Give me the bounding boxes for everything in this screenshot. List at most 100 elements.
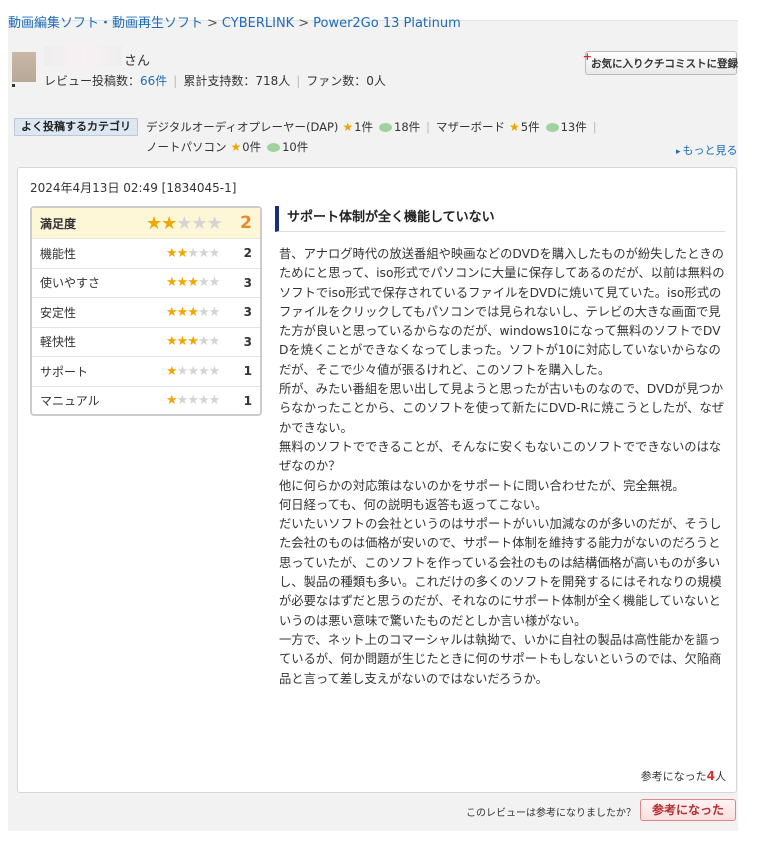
rating-label: 使いやすさ [40, 276, 101, 291]
rating-value: 1 [243, 393, 252, 408]
helpful-vote-button[interactable]: 参考になった [640, 799, 736, 821]
rating-stars: ★ ★ ★ ★ ★ [166, 269, 221, 298]
breadcrumb-product[interactable]: Power2Go 13 Platinum [313, 16, 461, 31]
category-row: ノートパソコン ★ 0件 10件 [146, 139, 308, 155]
rating-stars: ★ ★ ★ ★ ★ [166, 328, 220, 357]
rating-row: 機能性 ★ ★ ★ ★ ★ 2 [32, 238, 260, 268]
rating-value: 2 [243, 246, 252, 261]
category-comment-count: 13件 [560, 120, 587, 134]
helpful-count: 参考になった4人 [640, 769, 726, 783]
star-icon: ★ [191, 212, 207, 234]
reviewer-stats: レビュー投稿数：66件 | 累計支持数：718人 | ファン数：0人 [44, 74, 386, 88]
star-icon: ★ [166, 334, 178, 350]
star-icon: ★ [197, 393, 210, 409]
star-icon: ★ [187, 363, 199, 379]
review-paragraph: 無料のソフトでできることが、そんなに安くもないこのソフトでできないのはなぜなのか… [279, 439, 722, 474]
rating-row: マニュアル ★ ★ ★ ★ ★ 1 [32, 385, 260, 416]
rating-stars: ★ ★ ★ ★ ★ [166, 357, 221, 386]
review-card: 2024年4月13日 02:49 [1834045-1] 満足度 ★ ★ ★ ★ ★ 2 機能… [17, 167, 737, 793]
ratings-table: 満足度 ★ ★ ★ ★ ★ 2 機能性 ★ ★ ★ ★ ★ 2 使いやすさ ★ ★ ★ ★ ★ 3 安定性 ★ ★ ★ ★ ★ 3 軽快… [30, 206, 262, 416]
star-icon: ★ [208, 304, 221, 320]
review-paragraph: 他に何らかの対応策はないのかをサポートに問い合わせたが、完全無視。 [279, 478, 685, 493]
star-icon: ★ [176, 212, 192, 234]
star-icon: ★ [197, 363, 210, 379]
star-icon: ★ [166, 245, 178, 261]
review-paragraph: 所が、みたい番組を思い出して見ようと思ったが古いものなので、DVDが見つからなか… [279, 382, 725, 435]
rating-value: 1 [243, 364, 252, 379]
star-icon: ★ [187, 304, 199, 320]
breadcrumb-separator: > [207, 16, 218, 31]
category-star-count: 1件 [354, 120, 373, 134]
helpful-number: 4 [706, 769, 715, 783]
review-paragraph: 一方で、ネット上のコマーシャルは執拗で、いかに自社の製品は高性能かを謳っているが… [279, 632, 722, 686]
star-icon: ★ [197, 275, 210, 291]
comment-bubble-icon [267, 142, 281, 152]
reviewer-suffix: さん [124, 54, 151, 69]
star-icon: ★ [176, 334, 189, 350]
category-row: デジタルオーディオプレーヤー(DAP) ★ 1件 18件 | マザーボード ★ 5件… [146, 119, 597, 135]
review-date: 2024年4月13日 02:49 [1834045-1] [30, 181, 237, 195]
rating-stars: ★ ★ ★ ★ ★ [166, 298, 221, 327]
category-comment-count: 10件 [282, 140, 309, 154]
star-icon: ★ [230, 140, 242, 154]
review-paragraph: 何日経っても、何の説明も返答も返ってこない。 [279, 497, 548, 512]
category-link-motherboard[interactable]: マザーボード [436, 119, 505, 135]
star-icon: ★ [208, 363, 221, 379]
more-categories-link[interactable]: もっと見る [676, 142, 738, 158]
rating-row: 使いやすさ ★ ★ ★ ★ ★ 3 [32, 267, 260, 298]
helpful-question: このレビューは参考になりましたか？ [466, 808, 636, 819]
review-count-link[interactable]: 66件 [140, 74, 167, 88]
rating-row: サポート ★ ★ ★ ★ ★ 1 [32, 356, 260, 386]
rating-label: 満足度 [40, 216, 77, 231]
support-count: 累計支持数：718人 [183, 74, 291, 88]
star-icon: ★ [208, 275, 221, 291]
rating-label: サポート [40, 364, 89, 379]
rating-row: 安定性 ★ ★ ★ ★ ★ 3 [32, 297, 260, 327]
rating-value: 3 [243, 334, 252, 349]
star-icon: ★ [208, 245, 221, 261]
add-favorite-button[interactable]: お気に入りクチコミストに登録 [583, 50, 738, 75]
star-icon: ★ [176, 363, 189, 379]
star-icon: ★ [166, 393, 178, 409]
star-icon: ★ [161, 212, 177, 234]
star-icon: ★ [342, 120, 354, 134]
star-icon: ★ [187, 245, 199, 261]
comment-bubble-icon [379, 122, 392, 132]
breadcrumb-maker[interactable]: CYBERLINK [222, 16, 294, 31]
rating-value: 3 [243, 305, 252, 320]
star-icon: ★ [197, 334, 210, 350]
avatar[interactable] [12, 52, 36, 82]
rating-value: 3 [243, 275, 252, 290]
rating-value: 2 [240, 213, 252, 233]
rating-stars: ★ ★ ★ ★ ★ [166, 387, 220, 416]
review-body: 昔、アナログ時代の放送番組や映画などのDVDを購入したものが紛失したときのために… [279, 245, 725, 689]
breadcrumb-separator: > [298, 16, 310, 31]
star-icon: ★ [187, 334, 199, 350]
star-icon: ★ [187, 275, 199, 291]
rating-row: 軽快性 ★ ★ ★ ★ ★ 3 [32, 326, 260, 357]
star-icon: ★ [146, 212, 162, 234]
star-icon: ★ [187, 393, 199, 409]
star-icon: ★ [166, 363, 178, 379]
category-comment-count: 18件 [394, 120, 421, 134]
frequent-categories-label: よく投稿するカテゴリ [14, 118, 138, 136]
category-link-dap[interactable]: デジタルオーディオプレーヤー(DAP) [146, 119, 338, 135]
review-paragraph: だいたいソフトの会社というのはサポートがいい加減なのが多いのだが、そうした会社の… [279, 517, 722, 628]
reviewer-name[interactable] [44, 46, 122, 66]
rating-label: 機能性 [40, 246, 77, 261]
star-icon: ★ [166, 275, 178, 291]
breadcrumb: 動画編集ソフト・動画再生ソフト > CYBERLINK > Power2Go 13 Pl… [8, 12, 461, 31]
breadcrumb-category[interactable]: 動画編集ソフト・動画再生ソフト [8, 16, 203, 31]
star-icon: ★ [176, 275, 189, 291]
comment-bubble-icon [545, 122, 559, 132]
category-star-count: 0件 [242, 140, 262, 154]
rating-label: 軽快性 [40, 335, 77, 350]
star-icon: ★ [176, 304, 189, 320]
category-link-notebook[interactable]: ノートパソコン [146, 139, 227, 155]
rating-label: マニュアル [40, 394, 100, 409]
review-count-label: レビュー投稿数： [44, 74, 141, 88]
rating-label: 安定性 [40, 305, 77, 320]
category-star-count: 5件 [520, 120, 540, 134]
rating-stars: ★ ★ ★ ★ ★ [146, 208, 223, 238]
rating-row-overall: 満足度 ★ ★ ★ ★ ★ 2 [32, 208, 260, 238]
